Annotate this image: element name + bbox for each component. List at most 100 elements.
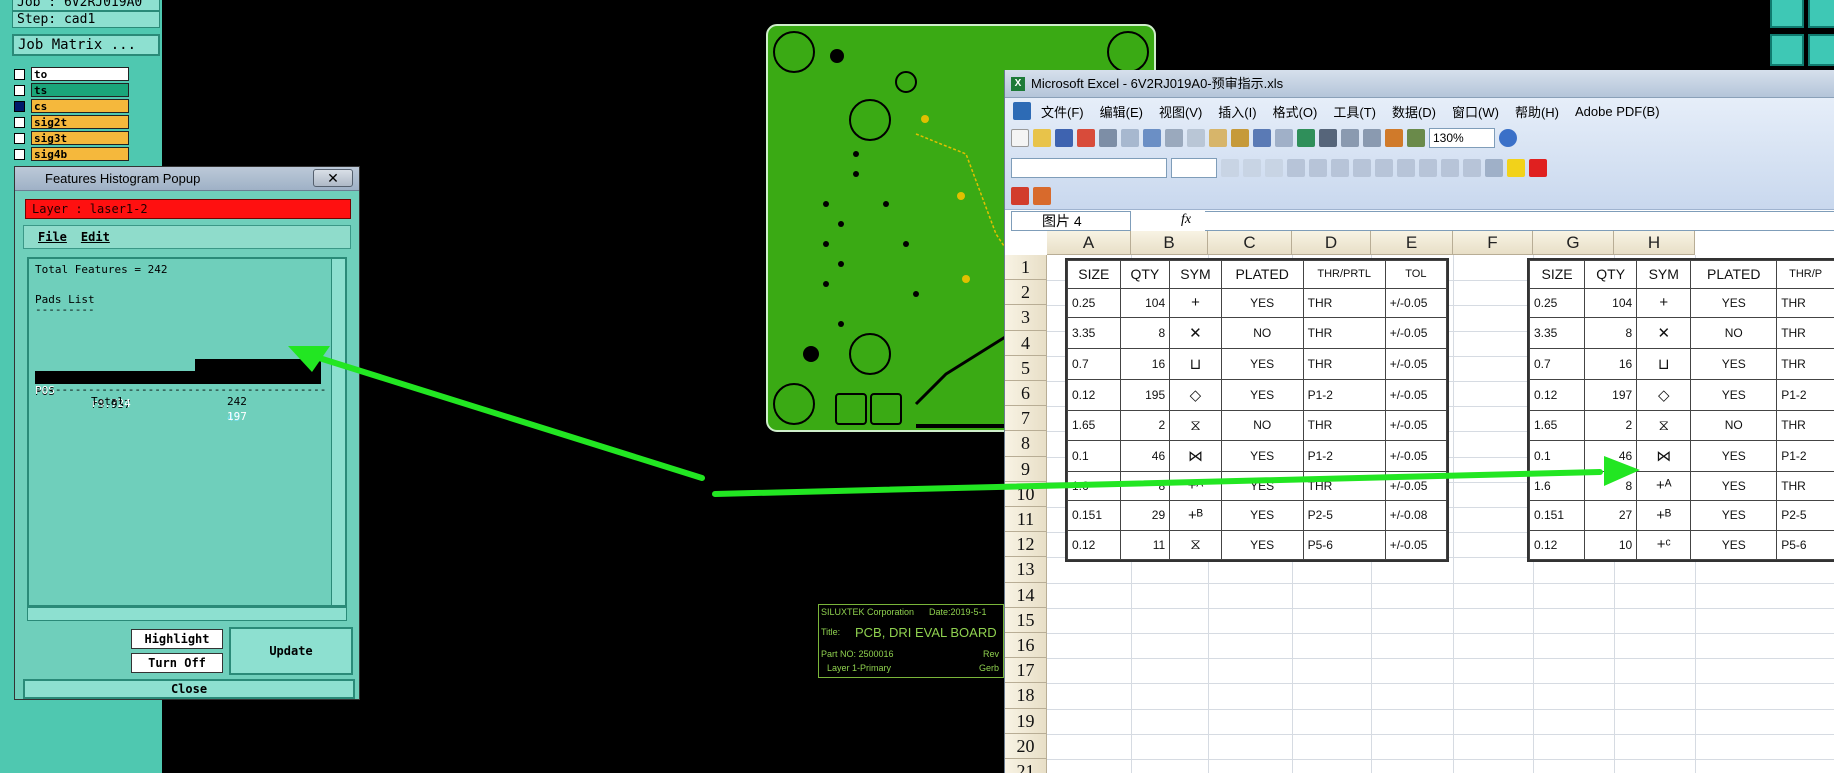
layer-row-to[interactable]: to <box>14 66 132 82</box>
fill-color-icon[interactable] <box>1507 159 1525 177</box>
preview-icon[interactable] <box>1121 129 1139 147</box>
hyperlink-icon[interactable] <box>1297 129 1315 147</box>
column-header-G[interactable]: G <box>1533 231 1614 255</box>
layer-name[interactable]: to <box>31 67 129 81</box>
picture-drill-table-right[interactable]: SIZE QTY SYM PLATED THR/P 0.25 104 + YES THR 3.35 8… <box>1527 258 1834 562</box>
layer-checkbox[interactable] <box>14 132 25 144</box>
redo-icon[interactable] <box>1275 129 1293 147</box>
excel-titlebar[interactable]: X Microsoft Excel - 6V2RJ019A0-预审指示.xls <box>1005 70 1834 98</box>
open-icon[interactable] <box>1033 129 1051 147</box>
row-header[interactable]: 14 <box>1005 582 1047 608</box>
merge-icon[interactable] <box>1353 159 1371 177</box>
paste-icon[interactable] <box>1209 129 1227 147</box>
excel-menu-item[interactable]: 插入(I) <box>1218 102 1256 121</box>
undo-icon[interactable] <box>1253 129 1271 147</box>
excel-menu-item[interactable]: 数据(D) <box>1392 102 1436 121</box>
excel-menu-item[interactable]: 编辑(E) <box>1100 102 1143 121</box>
row-header[interactable]: 1 <box>1005 255 1047 281</box>
excel-menu-item[interactable]: Adobe PDF(B) <box>1575 104 1660 119</box>
row-header[interactable]: 7 <box>1005 406 1047 432</box>
bold-icon[interactable] <box>1221 159 1239 177</box>
layer-name[interactable]: sig4b <box>31 147 129 161</box>
layer-name[interactable]: sig3t <box>31 131 129 145</box>
excel-menu-item[interactable]: 工具(T) <box>1333 102 1376 121</box>
excel-menu-item[interactable]: 文件(F) <box>1041 102 1084 121</box>
horizontal-scrollbar[interactable] <box>27 607 347 621</box>
row-header[interactable]: 12 <box>1005 532 1047 558</box>
column-header-H[interactable]: H <box>1614 231 1695 255</box>
layer-checkbox[interactable] <box>14 84 25 96</box>
italic-icon[interactable] <box>1243 159 1261 177</box>
row-header[interactable]: 16 <box>1005 633 1047 659</box>
layer-checkbox[interactable] <box>14 148 25 160</box>
underline-icon[interactable] <box>1265 159 1283 177</box>
layer-row-sig4b[interactable]: sig4b <box>14 146 132 162</box>
row-header[interactable]: 17 <box>1005 658 1047 684</box>
format-painter-icon[interactable] <box>1231 129 1249 147</box>
highlight-button[interactable]: Highlight <box>131 629 223 649</box>
update-button[interactable]: Update <box>229 627 353 675</box>
job-matrix-button[interactable]: Job Matrix ... <box>12 34 160 56</box>
row-header[interactable]: 5 <box>1005 355 1047 381</box>
excel-menu-item[interactable]: 帮助(H) <box>1515 102 1559 121</box>
vertical-scrollbar[interactable] <box>331 259 345 605</box>
window-close-button[interactable]: ✕ <box>313 169 353 187</box>
pdf-mail-icon[interactable] <box>1033 187 1051 205</box>
comma-icon[interactable] <box>1419 159 1437 177</box>
picture-drill-table-left[interactable]: SIZE QTY SYM PLATED THR/PRTL TOL 0.25 104 + YES TH… <box>1065 258 1449 562</box>
formula-bar[interactable] <box>1205 211 1834 231</box>
row-header[interactable]: 18 <box>1005 683 1047 709</box>
copy-icon[interactable] <box>1187 129 1205 147</box>
spelling-icon[interactable] <box>1143 129 1161 147</box>
column-header-D[interactable]: D <box>1292 231 1371 255</box>
layer-checkbox[interactable] <box>14 116 25 128</box>
layer-checkbox[interactable] <box>14 68 25 80</box>
help-icon[interactable] <box>1499 129 1517 147</box>
align-center-icon[interactable] <box>1309 159 1327 177</box>
percent-icon[interactable] <box>1397 159 1415 177</box>
excel-menu-item[interactable]: 格式(O) <box>1273 102 1318 121</box>
layer-name[interactable]: sig2t <box>31 115 129 129</box>
row-header[interactable]: 3 <box>1005 305 1047 331</box>
name-box[interactable]: 图片 4 <box>1011 211 1131 231</box>
chart-wizard-icon[interactable] <box>1385 129 1403 147</box>
pdf-convert-icon[interactable] <box>1011 187 1029 205</box>
align-right-icon[interactable] <box>1331 159 1349 177</box>
row-header[interactable]: 6 <box>1005 381 1047 407</box>
column-header-C[interactable]: C <box>1208 231 1292 255</box>
row-header[interactable]: 20 <box>1005 733 1047 759</box>
indent-icon[interactable] <box>1463 159 1481 177</box>
row-header[interactable]: 10 <box>1005 481 1047 507</box>
autosum-icon[interactable] <box>1319 129 1337 147</box>
font-color-icon[interactable] <box>1529 159 1547 177</box>
new-icon[interactable] <box>1011 129 1029 147</box>
row-header[interactable]: 8 <box>1005 431 1047 457</box>
save-icon[interactable] <box>1055 129 1073 147</box>
worksheet-grid[interactable]: A B C D E F G H 1 2 3 4 5 6 7 8 9 10 11 12 13 14 15 16 17 18 19 20 2… <box>1005 231 1834 773</box>
row-header[interactable]: 9 <box>1005 456 1047 482</box>
layer-row-sig2t[interactable]: sig2t <box>14 114 132 130</box>
row-header[interactable]: 13 <box>1005 557 1047 583</box>
column-header-F[interactable]: F <box>1453 231 1533 255</box>
row-header[interactable]: 2 <box>1005 280 1047 306</box>
layer-row-sig3t[interactable]: sig3t <box>14 130 132 146</box>
layer-name[interactable]: ts <box>31 83 129 97</box>
layer-name[interactable]: cs <box>31 99 129 113</box>
layer-row-ts[interactable]: ts <box>14 82 132 98</box>
font-size-combo[interactable] <box>1171 158 1217 178</box>
menu-file[interactable]: File <box>38 226 67 248</box>
toolbar-button[interactable] <box>1808 34 1834 66</box>
layer-checkbox[interactable] <box>14 100 25 112</box>
currency-icon[interactable] <box>1375 159 1393 177</box>
align-left-icon[interactable] <box>1287 159 1305 177</box>
close-button[interactable]: Close <box>23 679 355 699</box>
toolbar-button[interactable] <box>1770 0 1804 28</box>
column-header-A[interactable]: A <box>1047 231 1131 255</box>
histogram-report-area[interactable]: Total Features = 242 Pads List ---------… <box>27 257 347 607</box>
decimal-icon[interactable] <box>1441 159 1459 177</box>
toolbar-button[interactable] <box>1808 0 1834 28</box>
row-header[interactable]: 21 <box>1005 759 1047 773</box>
histogram-titlebar[interactable]: Features Histogram Popup ✕ <box>15 167 359 191</box>
sort-desc-icon[interactable] <box>1363 129 1381 147</box>
column-header-E[interactable]: E <box>1371 231 1453 255</box>
